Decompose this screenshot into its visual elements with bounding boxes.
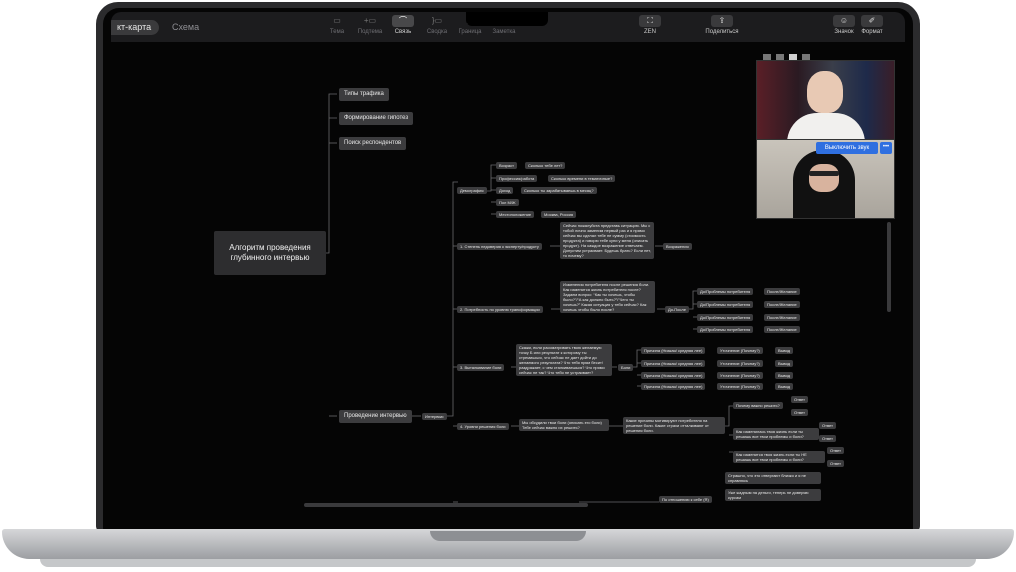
topic-icon: ▭ xyxy=(333,16,341,25)
relation-button[interactable]: ⌒ Связь xyxy=(384,15,422,35)
s3-clarify-4[interactable]: Уточнение (Почему?) xyxy=(717,383,763,390)
fullscreen-icon: ⛶ xyxy=(639,15,661,27)
more-options-button[interactable]: ••• xyxy=(880,142,892,154)
subtopic-icon: +▭ xyxy=(363,16,377,25)
s4-answer-2[interactable]: Ответ xyxy=(791,409,808,416)
s3-conclusion-1[interactable]: Вывод xyxy=(775,347,794,354)
horizontal-scrollbar[interactable] xyxy=(304,503,588,507)
tab-scheme[interactable]: Схема xyxy=(172,20,199,35)
topic-hypotheses[interactable]: Формирование гипотез xyxy=(339,112,414,125)
topic-traffic[interactable]: Типы трафика xyxy=(339,88,389,101)
root-topic[interactable]: Алгоритм проведения глубинного интервью xyxy=(214,231,326,275)
section-4-question[interactable]: Мы обсудили твои боли (описать его боли)… xyxy=(519,419,609,431)
toolbar: кт-карта Схема ▭ Тема +▭ Подтема ⌒ Связь }▭… xyxy=(111,12,905,42)
s2-after-2[interactable]: После/Желание xyxy=(764,301,800,308)
tab-mindmap[interactable]: кт-карта xyxy=(111,20,160,35)
section-2[interactable]: 2. Потребность по уровню трансформации xyxy=(457,306,543,313)
demo-income[interactable]: Доход xyxy=(496,187,514,194)
section-4[interactable]: 4. Уровни решения боли xyxy=(457,423,509,430)
s2-before-3[interactable]: До/Проблемы потребителя xyxy=(697,314,754,321)
s2-before-4[interactable]: До/Проблемы потребителя xyxy=(697,326,754,333)
s2-before-1[interactable]: До/Проблемы потребителя xyxy=(697,288,754,295)
section-1[interactable]: 1. Степень недоверия к эксперту/продукту xyxy=(457,243,542,250)
participant-2-face xyxy=(809,164,839,192)
app-screen: кт-карта Схема ▭ Тема +▭ Подтема ⌒ Связь }▭… xyxy=(111,12,905,510)
topic-conduct[interactable]: Проведение интервью xyxy=(339,410,412,423)
section-3-pain[interactable]: Боли xyxy=(618,364,634,371)
call-view-modes xyxy=(763,47,815,60)
demo-location[interactable]: Местоположение xyxy=(496,211,535,218)
section-2-before-after[interactable]: До-После xyxy=(665,306,689,313)
s3-conclusion-3[interactable]: Вывод xyxy=(775,372,794,379)
brush-icon: ✐ xyxy=(861,15,883,27)
summary-icon: }▭ xyxy=(431,16,443,25)
camera-notch xyxy=(466,12,548,26)
demo-income-q[interactable]: Сколько ты зарабатываешь в месяц? xyxy=(521,187,597,194)
demo-gender[interactable]: Пол М/Ж xyxy=(496,199,519,206)
s4-answer-5[interactable]: Ответ xyxy=(827,447,844,454)
laptop-base-notch xyxy=(430,531,586,541)
section-1-text[interactable]: Сейчас пожалуйста представь ситуацию. Мы… xyxy=(560,222,654,259)
demo-age[interactable]: Возраст xyxy=(496,162,517,169)
s3-cause-4[interactable]: Причина (Низкая/ средняя лее) xyxy=(641,383,706,390)
section-3-text[interactable]: Скажи, если рассматривать твою желаемую … xyxy=(516,344,612,376)
section-2-text[interactable]: Изменения потребителя после решения боли… xyxy=(560,281,655,313)
section-3[interactable]: 3. Выталкивание боли xyxy=(457,364,505,371)
topic-search[interactable]: Поиск респондентов xyxy=(339,137,407,150)
s3-cause-3[interactable]: Причина (Низкая/ средняя лее) xyxy=(641,372,706,379)
participant-1-face xyxy=(807,71,843,113)
demo-job-q[interactable]: Сколько времени в тематичные? xyxy=(548,175,616,182)
s2-after-1[interactable]: После/Желание xyxy=(764,288,800,295)
format-button[interactable]: ✐ Формат xyxy=(853,15,891,35)
laptop-shadow xyxy=(40,559,976,567)
node-demography[interactable]: Демография xyxy=(457,187,487,194)
section-1-objections[interactable]: Возражения xyxy=(663,243,692,250)
s4-why[interactable]: Почему важно решить? xyxy=(733,402,783,409)
s4-relation[interactable]: По отношению к себе (Я) xyxy=(659,496,712,503)
vertical-scrollbar[interactable] xyxy=(887,222,891,312)
s3-clarify-1[interactable]: Уточнение (Почему?) xyxy=(717,347,763,354)
participant-2-glasses xyxy=(809,171,839,176)
share-icon: ⇪ xyxy=(711,15,733,27)
s3-cause-1[interactable]: Причина (Низкая/ средняя лее) xyxy=(641,347,706,354)
relation-icon: ⌒ xyxy=(392,15,414,27)
s4-relation-1[interactable]: Страшно, что это отвергают близко и я не… xyxy=(725,472,821,484)
s3-clarify-2[interactable]: Уточнение (Почему?) xyxy=(717,360,763,367)
s4-answer-1[interactable]: Ответ xyxy=(791,396,808,403)
mute-button[interactable]: Выключить звук xyxy=(816,142,878,154)
s4-change-2[interactable]: Как изменится твоя жизнь если ты НЕ реши… xyxy=(733,451,825,463)
section-4-motives[interactable]: Какие причины мотивируют потребителя на … xyxy=(623,417,725,434)
s3-cause-2[interactable]: Причина (Низкая/ средняя лее) xyxy=(641,360,706,367)
s4-answer-4[interactable]: Ответ xyxy=(819,435,836,442)
s4-change-1[interactable]: Как изменилась твоя жизнь если ты решишь… xyxy=(733,428,819,440)
s2-after-3[interactable]: После/Желание xyxy=(764,314,800,321)
s4-relation-2[interactable]: Уже жадным на деньги, теперь не доверяю … xyxy=(725,489,821,501)
s4-answer-3[interactable]: Ответ xyxy=(819,422,836,429)
demo-job[interactable]: Профессия/работа xyxy=(496,175,538,182)
node-interview[interactable]: Интервью xyxy=(422,413,447,420)
share-button[interactable]: ⇪ Поделиться xyxy=(702,15,742,35)
demo-age-q[interactable]: Сколько тебе лет? xyxy=(525,162,566,169)
s3-clarify-3[interactable]: Уточнение (Почему?) xyxy=(717,372,763,379)
smiley-icon: ☺ xyxy=(833,15,855,27)
video-tile-participant-2[interactable]: Выключить звук ••• xyxy=(756,139,895,219)
s2-after-4[interactable]: После/Желание xyxy=(764,326,800,333)
s3-conclusion-4[interactable]: Вывод xyxy=(775,383,794,390)
s4-answer-6[interactable]: Ответ xyxy=(827,460,844,467)
demo-location-q[interactable]: Москва, Россия xyxy=(541,211,576,218)
s2-before-2[interactable]: До/Проблемы потребителя xyxy=(697,301,754,308)
s3-conclusion-2[interactable]: Вывод xyxy=(775,360,794,367)
zen-button[interactable]: ⛶ ZEN xyxy=(631,15,669,35)
video-tile-participant-1[interactable] xyxy=(756,60,895,140)
